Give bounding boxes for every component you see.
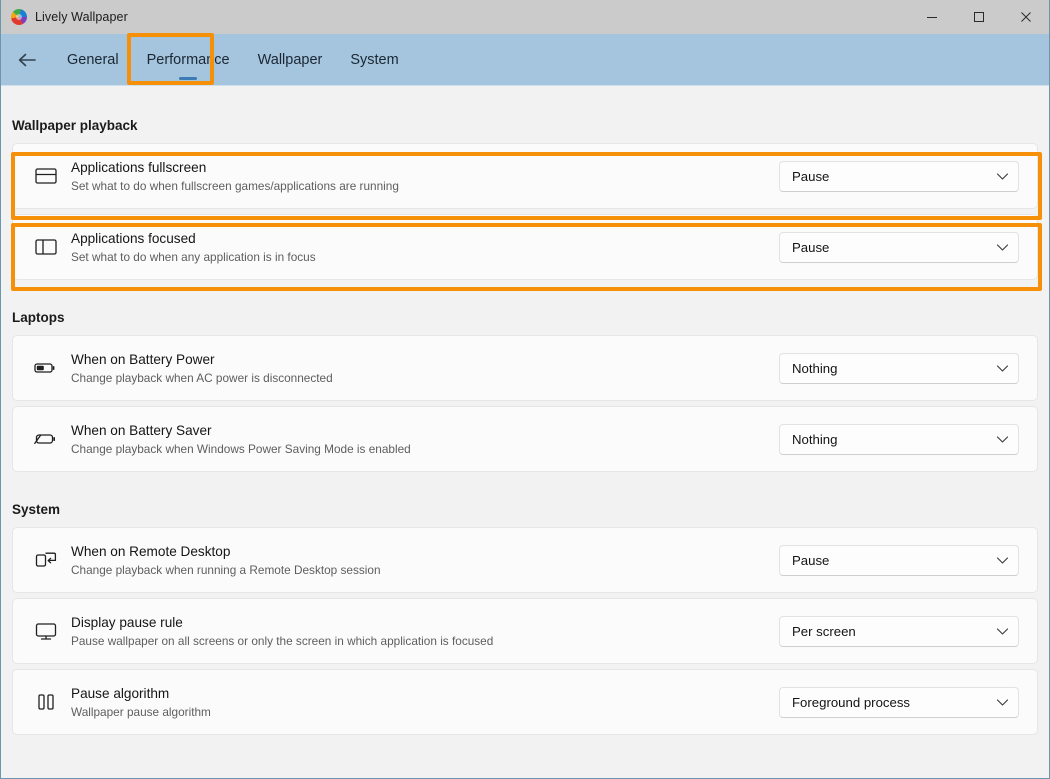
dropdown-value: Pause — [792, 552, 830, 568]
row-subtitle: Set what to do when any application is i… — [71, 249, 316, 264]
row-title: Display pause rule — [71, 614, 183, 630]
tab-label: Wallpaper — [257, 51, 323, 68]
back-arrow-icon[interactable] — [7, 40, 47, 80]
fullscreen-window-icon — [31, 167, 61, 185]
row-text: When on Battery Saver Change playback wh… — [71, 422, 779, 457]
row-title: When on Remote Desktop — [71, 543, 231, 559]
pause-icon — [31, 692, 61, 712]
dropdown-value: Per screen — [792, 623, 856, 639]
dropdown-applications-fullscreen[interactable]: Pause — [779, 160, 1019, 192]
section-header-system: System — [12, 502, 61, 517]
close-icon[interactable] — [1002, 0, 1049, 34]
row-subtitle: Pause wallpaper on all screens or only t… — [71, 633, 494, 648]
row-when-on-battery-power[interactable]: When on Battery Power Change playback wh… — [12, 335, 1038, 401]
dropdown-value: Foreground process — [792, 694, 911, 710]
row-applications-focused[interactable]: Applications focused Set what to do when… — [12, 214, 1038, 280]
chevron-down-icon — [996, 698, 1009, 707]
dropdown-value: Pause — [792, 239, 830, 255]
row-text: Applications focused Set what to do when… — [71, 230, 779, 265]
row-title: Applications fullscreen — [71, 159, 207, 175]
remote-desktop-icon — [31, 550, 61, 570]
row-subtitle: Wallpaper pause algorithm — [71, 704, 211, 719]
row-when-on-remote-desktop[interactable]: When on Remote Desktop Change playback w… — [12, 527, 1038, 593]
chevron-down-icon — [996, 627, 1009, 636]
tab-label: System — [350, 51, 399, 68]
tab-strip: General Performance Wallpaper System — [53, 34, 413, 86]
chevron-down-icon — [996, 364, 1009, 373]
row-subtitle: Change playback when AC power is disconn… — [71, 370, 333, 385]
section-system: When on Remote Desktop Change playback w… — [12, 527, 1038, 735]
dropdown-display-pause-rule[interactable]: Per screen — [779, 615, 1019, 647]
tab-system[interactable]: System — [336, 34, 412, 86]
row-title: Pause algorithm — [71, 685, 170, 701]
chevron-down-icon — [996, 556, 1009, 565]
row-text: Display pause rule Pause wallpaper on al… — [71, 614, 779, 649]
dropdown-value: Nothing — [792, 431, 838, 447]
settings-content: Wallpaper playback Applications fullscre… — [1, 86, 1049, 778]
lively-logo-icon — [11, 9, 27, 25]
tab-wallpaper[interactable]: Wallpaper — [244, 34, 337, 86]
section-wallpaper-playback: Applications fullscreen Set what to do w… — [12, 143, 1038, 280]
window-controls — [908, 0, 1049, 34]
focused-window-icon — [31, 238, 61, 256]
section-laptops: When on Battery Power Change playback wh… — [12, 335, 1038, 472]
dropdown-when-on-battery-power[interactable]: Nothing — [779, 352, 1019, 384]
chevron-down-icon — [996, 243, 1009, 252]
dropdown-value: Pause — [792, 168, 830, 184]
section-header-wallpaper-playback: Wallpaper playback — [12, 118, 138, 133]
row-text: Pause algorithm Wallpaper pause algorith… — [71, 685, 779, 720]
row-title: Applications focused — [71, 230, 196, 246]
dropdown-applications-focused[interactable]: Pause — [779, 231, 1019, 263]
row-when-on-battery-saver[interactable]: When on Battery Saver Change playback wh… — [12, 406, 1038, 472]
nav-bar: General Performance Wallpaper System — [1, 34, 1049, 86]
tab-performance[interactable]: Performance — [133, 34, 244, 86]
tab-general[interactable]: General — [53, 34, 133, 86]
row-subtitle: Set what to do when fullscreen games/app… — [71, 178, 399, 193]
title-bar: Lively Wallpaper — [1, 0, 1049, 34]
minimize-icon[interactable] — [908, 0, 955, 34]
maximize-icon[interactable] — [955, 0, 1002, 34]
tab-label: General — [67, 51, 119, 68]
row-title: When on Battery Power — [71, 351, 215, 367]
tab-label: Performance — [146, 51, 230, 68]
row-applications-fullscreen[interactable]: Applications fullscreen Set what to do w… — [12, 143, 1038, 209]
section-header-laptops: Laptops — [12, 310, 65, 325]
row-display-pause-rule[interactable]: Display pause rule Pause wallpaper on al… — [12, 598, 1038, 664]
row-pause-algorithm[interactable]: Pause algorithm Wallpaper pause algorith… — [12, 669, 1038, 735]
row-text: When on Battery Power Change playback wh… — [71, 351, 779, 386]
battery-half-icon — [31, 360, 61, 376]
row-text: When on Remote Desktop Change playback w… — [71, 543, 779, 578]
app-window: Lively Wallpaper General Performance Wal… — [0, 0, 1050, 779]
battery-saver-icon — [31, 431, 61, 447]
window-title: Lively Wallpaper — [35, 10, 128, 24]
dropdown-when-on-battery-saver[interactable]: Nothing — [779, 423, 1019, 455]
dropdown-when-on-remote-desktop[interactable]: Pause — [779, 544, 1019, 576]
row-subtitle: Change playback when Windows Power Savin… — [71, 441, 411, 456]
dropdown-pause-algorithm[interactable]: Foreground process — [779, 686, 1019, 718]
chevron-down-icon — [996, 172, 1009, 181]
chevron-down-icon — [996, 435, 1009, 444]
row-text: Applications fullscreen Set what to do w… — [71, 159, 779, 194]
row-subtitle: Change playback when running a Remote De… — [71, 562, 381, 577]
row-title: When on Battery Saver — [71, 422, 212, 438]
monitor-icon — [31, 621, 61, 641]
dropdown-value: Nothing — [792, 360, 838, 376]
